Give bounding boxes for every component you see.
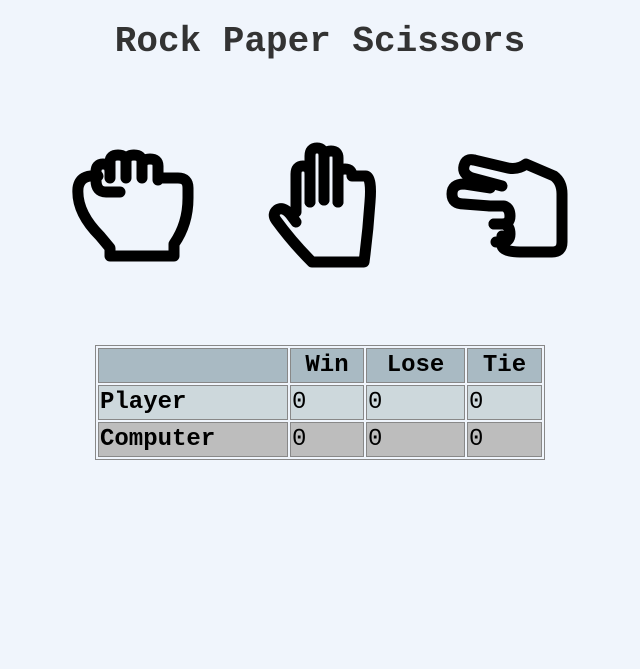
computer-score-row: Computer 0 0 0 [98, 422, 542, 457]
player-win-count: 0 [290, 385, 364, 420]
scissors-button[interactable] [444, 148, 572, 264]
tie-header: Tie [467, 348, 542, 383]
player-lose-count: 0 [366, 385, 465, 420]
scoreboard-corner-cell [98, 348, 288, 383]
win-header: Win [290, 348, 364, 383]
lose-header: Lose [366, 348, 465, 383]
player-tie-count: 0 [467, 385, 542, 420]
paper-icon [268, 142, 376, 268]
scoreboard-header-row: Win Lose Tie [98, 348, 542, 383]
rock-button[interactable] [70, 148, 198, 264]
computer-tie-count: 0 [467, 422, 542, 457]
computer-label: Computer [98, 422, 288, 457]
computer-win-count: 0 [290, 422, 364, 457]
scoreboard-table: Win Lose Tie Player 0 0 0 Computer 0 0 0 [95, 345, 545, 460]
player-label: Player [98, 385, 288, 420]
computer-lose-count: 0 [366, 422, 465, 457]
scissors-icon [446, 154, 568, 258]
rock-icon [72, 149, 194, 262]
paper-button[interactable] [262, 142, 380, 268]
page-title: Rock Paper Scissors [114, 21, 526, 62]
player-score-row: Player 0 0 0 [98, 385, 542, 420]
